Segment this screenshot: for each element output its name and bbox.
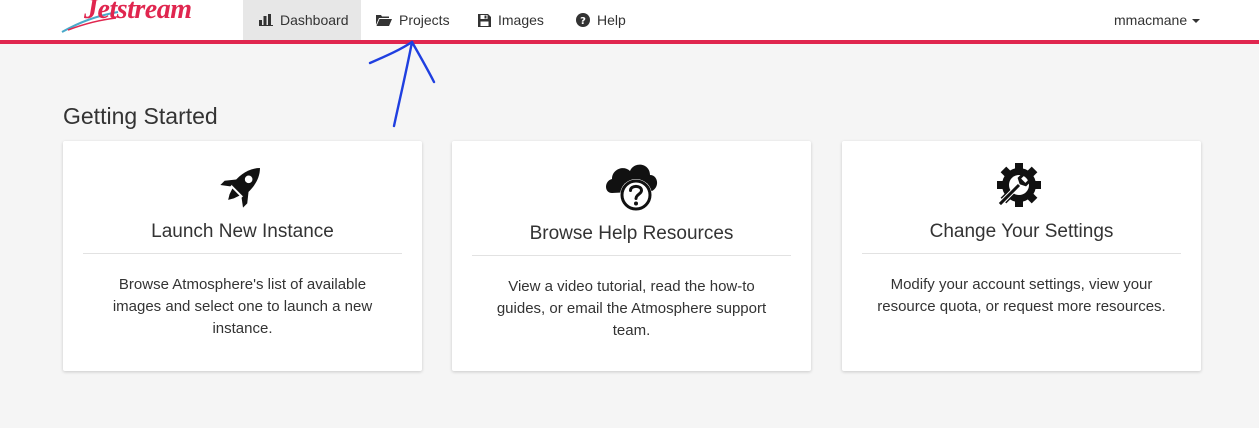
nav-projects-label: Projects (399, 12, 450, 28)
card-divider (472, 255, 791, 256)
nav-help[interactable]: ? Help (576, 0, 626, 40)
card-divider (83, 253, 402, 254)
card-title: Browse Help Resources (529, 223, 734, 244)
question-circle-icon: ? (576, 13, 590, 27)
gear-wrench-icon (996, 163, 1041, 207)
card-change-settings[interactable]: Change Your Settings Modify your account… (842, 141, 1201, 371)
nav-projects[interactable]: Projects (376, 0, 450, 40)
logo-text: Jetstream (84, 0, 192, 25)
nav-dashboard[interactable]: Dashboard (243, 0, 361, 40)
card-title: Change Your Settings (929, 221, 1114, 242)
card-description: Browse Atmosphere's list of available im… (112, 276, 373, 337)
top-navbar: Jetstream Dashboard Projects Images ? He… (0, 0, 1259, 44)
jetstream-logo[interactable]: Jetstream (60, 0, 200, 42)
rocket-icon (219, 168, 260, 208)
card-divider (862, 253, 1181, 254)
nav-dashboard-label: Dashboard (280, 12, 349, 28)
nav-images-label: Images (498, 12, 544, 28)
floppy-disk-icon (478, 13, 491, 27)
folder-open-icon (376, 15, 392, 26)
annotation-arrow-icon (368, 40, 436, 128)
nav-images[interactable]: Images (478, 0, 544, 40)
page-title: Getting Started (63, 103, 218, 129)
username: mmacmane (1114, 12, 1188, 28)
card-description: Modify your account settings, view your … (877, 276, 1166, 315)
nav-help-label: Help (597, 12, 626, 28)
card-icon-wrapper (452, 157, 811, 215)
card-description: View a video tutorial, read the how-to g… (496, 278, 767, 339)
user-menu[interactable]: mmacmane (1114, 0, 1201, 40)
card-title: Launch New Instance (151, 221, 334, 242)
caret-down-icon (1192, 19, 1201, 23)
cloud-question-icon (605, 164, 657, 211)
card-icon-wrapper (842, 161, 1201, 215)
card-icon-wrapper (63, 159, 422, 211)
card-launch-instance[interactable]: Launch New Instance Browse Atmosphere's … (63, 141, 422, 371)
svg-text:?: ? (580, 16, 586, 27)
bar-chart-icon (259, 14, 273, 26)
card-help-resources[interactable]: Browse Help Resources View a video tutor… (452, 141, 811, 371)
